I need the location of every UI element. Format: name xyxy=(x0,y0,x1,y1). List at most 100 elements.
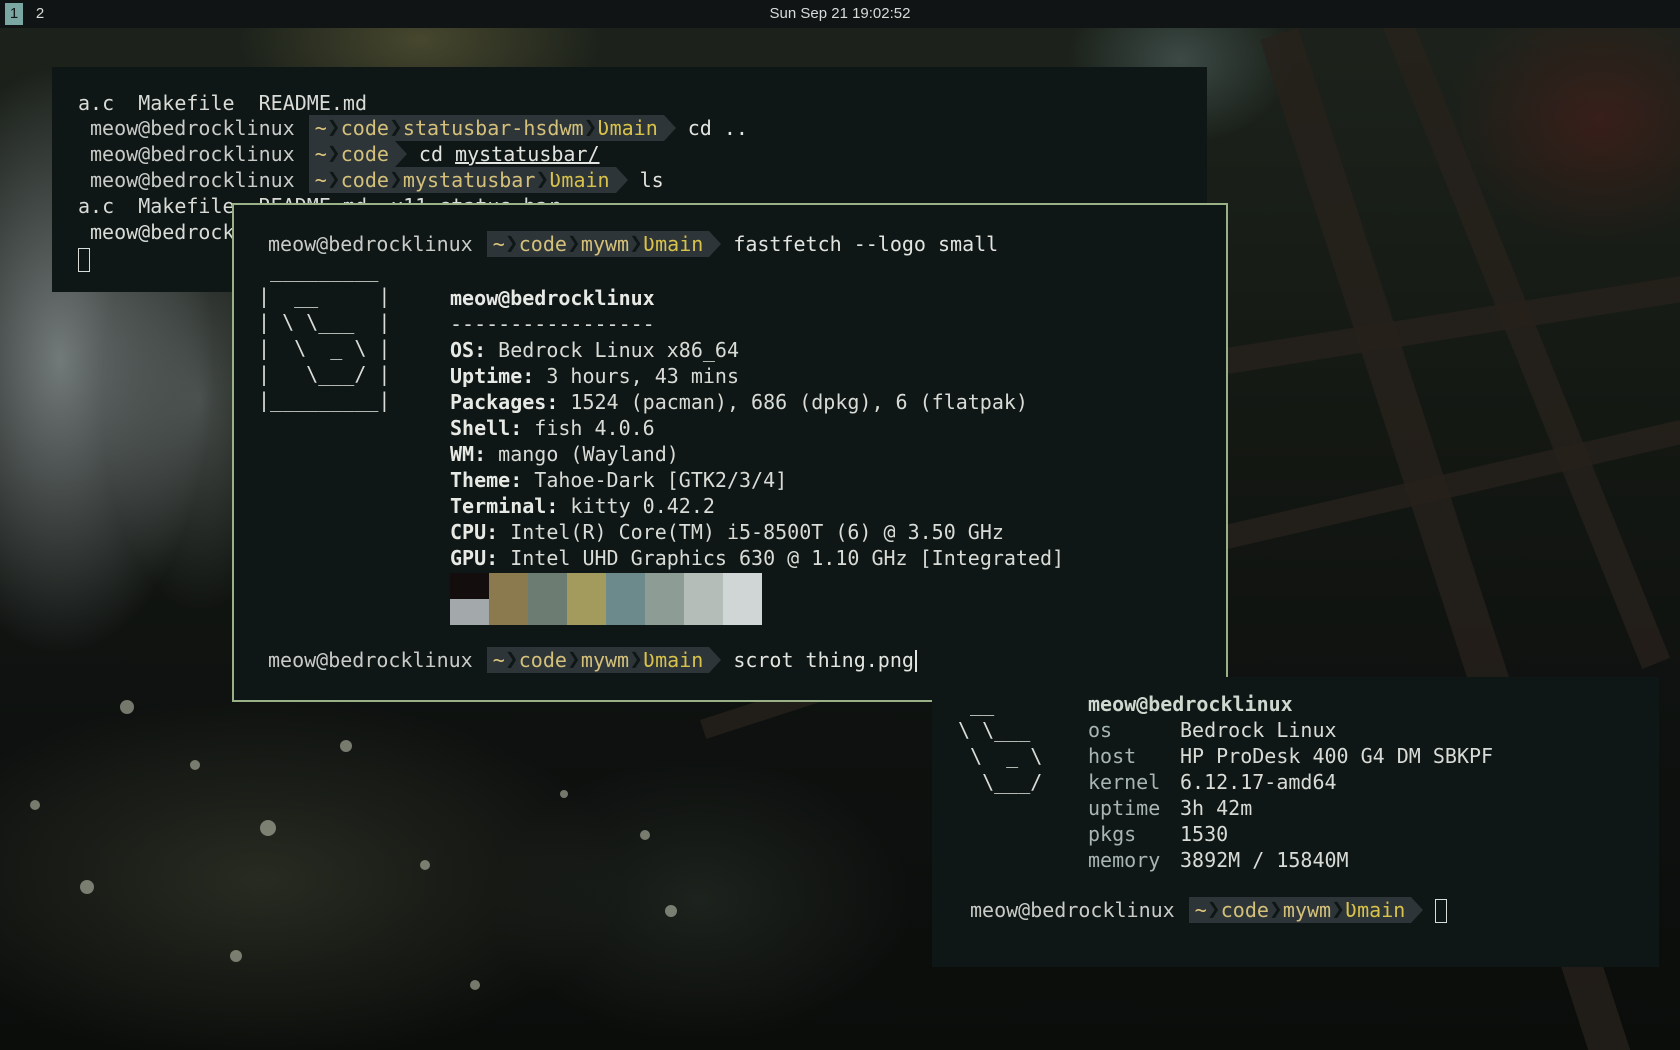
powerline-separator-icon: ❯ xyxy=(505,647,519,672)
path-segment: code xyxy=(518,648,567,672)
fetch-value: Bedrock Linux xyxy=(1180,718,1337,742)
cursor-block-icon xyxy=(1435,898,1448,923)
logo-line: | \ \___ | xyxy=(258,310,391,334)
ls-output: a.c Makefile README.md xyxy=(78,91,367,115)
fetch-key: Packages: xyxy=(450,390,559,414)
fetch-key: Shell: xyxy=(450,416,523,440)
path-segment: mywm xyxy=(580,648,630,672)
fetch-key: kernel xyxy=(1088,770,1161,794)
fetch-value: Bedrock Linux x86_64 xyxy=(486,338,739,362)
fetch-value: 3h 42m xyxy=(1180,796,1253,820)
git-branch: main xyxy=(655,648,704,672)
prompt-path: ~ ❯ code ❯ mywm ❯ Ʋmain xyxy=(486,231,710,257)
palette-swatch xyxy=(645,573,684,599)
fetch-key: os xyxy=(1088,718,1113,742)
color-palette xyxy=(450,573,762,625)
fetch-value: fish 4.0.6 xyxy=(522,416,655,440)
terminal-window-focused[interactable]: meow@bedrocklinux ~ ❯ code ❯ mywm ❯ Ʋmai… xyxy=(232,203,1228,702)
command-text: scrot thing.png xyxy=(733,647,914,672)
palette-swatch xyxy=(606,573,645,599)
fetch-row: Terminal: kitty 0.42.2 xyxy=(450,493,715,519)
path-segment: code xyxy=(340,142,389,166)
git-branch: main xyxy=(655,232,704,256)
prompt-line: meow@bedrocklinux ~ ❯ code ❯ mywm ❯ Ʋmai… xyxy=(268,231,998,257)
fetch-value: 3892M / 15840M xyxy=(1180,848,1349,872)
logo-line: \ \___ xyxy=(958,718,1031,742)
fetch-separator: ----------------- xyxy=(450,312,655,336)
path-segment: mywm xyxy=(580,232,630,256)
command-verb: cd xyxy=(418,142,456,166)
palette-swatch xyxy=(489,599,528,625)
powerline-separator-icon: ❯ xyxy=(505,231,519,256)
fetch-key: pkgs xyxy=(1088,822,1137,846)
fetch-key: host xyxy=(1088,744,1137,768)
fetch-row: host HP ProDesk 400 G4 DM SBKPF xyxy=(1088,743,1493,769)
palette-swatch xyxy=(567,573,606,599)
palette-swatch xyxy=(606,599,645,625)
prompt-user: meow@bedrocklinux xyxy=(90,168,295,192)
command-input[interactable] xyxy=(1423,897,1448,923)
fetch-value: Intel UHD Graphics 630 @ 1.10 GHz [Integ… xyxy=(498,546,1065,570)
powerline-separator-icon: ❯ xyxy=(327,115,341,140)
fetch-row: pkgs 1530 xyxy=(1088,821,1228,847)
powerline-separator-icon: ❯ xyxy=(1207,897,1221,922)
logo-line: | __ | xyxy=(258,284,391,308)
fetch-row: Uptime: 3 hours, 43 mins xyxy=(450,363,739,389)
terminal-window-right[interactable]: __ \ \___ \ _ \ \___/ meow@bedrocklinux … xyxy=(932,677,1659,967)
fetch-value: 1524 (pacman), 686 (dpkg), 6 (flatpak) xyxy=(558,390,1028,414)
status-bar: 1 2 Sun Sep 21 19:02:52 xyxy=(0,0,1680,28)
fetch-key: CPU: xyxy=(450,520,499,544)
prompt-line: meow@bedrocklinux ~ ❯ code ❯ mystatusbar… xyxy=(90,167,664,193)
clock: Sun Sep 21 19:02:52 xyxy=(769,5,911,22)
fetch-value: kitty 0.42.2 xyxy=(558,494,715,518)
prompt-line: meow@bedrocklinux ~ ❯ code cd mystatusba… xyxy=(90,141,600,167)
path-segment: statusbar-hsdwm xyxy=(402,116,584,140)
command-path: mystatusbar/ xyxy=(455,142,600,166)
fetch-row: CPU: Intel(R) Core(TM) i5-8500T (6) @ 3.… xyxy=(450,519,1004,545)
prompt-path: ~ ❯ code ❯ statusbar-hsdwm ❯ Ʋmain xyxy=(308,115,664,141)
fetch-value: Intel(R) Core(TM) i5-8500T (6) @ 3.50 GH… xyxy=(498,520,1004,544)
fetch-key: OS: xyxy=(450,338,487,362)
cursor-block-icon xyxy=(78,247,90,272)
powerline-separator-icon: ❯ xyxy=(389,115,403,140)
path-home: ~ xyxy=(492,648,505,672)
path-segment: code xyxy=(340,168,389,192)
palette-swatch xyxy=(528,599,567,625)
palette-swatch xyxy=(684,573,723,599)
path-segment: mystatusbar xyxy=(402,168,536,192)
prompt-user: meow@bedrocklinux xyxy=(90,116,295,140)
path-home: ~ xyxy=(314,168,327,192)
git-branch-icon: Ʋ xyxy=(1345,898,1358,922)
prompt-user: meow@bedrocklinux xyxy=(268,648,473,672)
path-segment: mywm xyxy=(1282,898,1332,922)
prompt-path: ~ ❯ code xyxy=(308,141,395,167)
prompt-path: ~ ❯ code ❯ mystatusbar ❯ Ʋmain xyxy=(308,167,616,193)
command-text: cd mystatusbar/ xyxy=(407,142,600,166)
logo-line: \___/ xyxy=(958,770,1043,794)
logo-line: |_________| xyxy=(258,388,391,412)
powerline-end-icon xyxy=(394,141,407,167)
git-branch: main xyxy=(1357,898,1406,922)
palette-swatch xyxy=(567,599,606,625)
fetch-row: Packages: 1524 (pacman), 686 (dpkg), 6 (… xyxy=(450,389,1028,415)
prompt-user: meow@bedrocklinux xyxy=(970,898,1175,922)
powerline-separator-icon: ❯ xyxy=(567,231,581,256)
fetch-key: GPU: xyxy=(450,546,499,570)
path-segment: code xyxy=(1220,898,1269,922)
powerline-end-icon xyxy=(709,231,722,257)
fetch-value: 6.12.17-amd64 xyxy=(1180,770,1337,794)
command-input[interactable]: scrot thing.png xyxy=(721,648,917,673)
powerline-separator-icon: ❯ xyxy=(327,167,341,192)
terminal-cursor xyxy=(78,245,90,272)
path-home: ~ xyxy=(492,232,505,256)
powerline-separator-icon: ❯ xyxy=(1269,897,1283,922)
palette-swatch xyxy=(723,573,762,599)
logo-line: \ _ \ xyxy=(958,744,1043,768)
powerline-end-icon xyxy=(1411,897,1424,923)
palette-swatch xyxy=(528,573,567,599)
fetch-title: meow@bedrocklinux xyxy=(450,286,655,310)
git-branch-icon: Ʋ xyxy=(643,232,656,256)
path-home: ~ xyxy=(314,116,327,140)
prompt-line: meow@bedrocklinux ~ ❯ code ❯ statusbar-h… xyxy=(90,115,748,141)
git-branch-icon: Ʋ xyxy=(597,116,610,140)
